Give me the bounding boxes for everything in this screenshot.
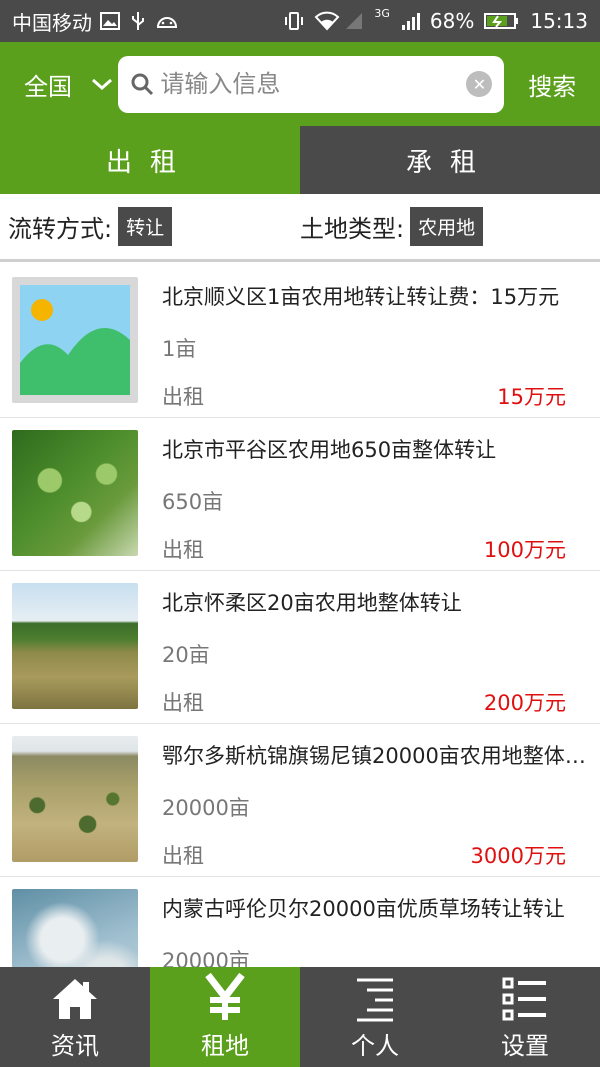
tab-rent-in[interactable]: 承租: [300, 126, 600, 194]
list-item[interactable]: 内蒙古呼伦贝尔20000亩优质草场转让转让 20000亩: [0, 877, 600, 967]
transfer-filter-value[interactable]: 转让: [118, 207, 173, 246]
status-bar: 中国移动 3G 68% 15:13: [0, 0, 600, 42]
list-icon: [502, 977, 546, 1021]
steppe-photo: [12, 736, 138, 862]
clear-icon[interactable]: ✕: [466, 71, 493, 97]
battery-percent: 68%: [429, 9, 475, 33]
listing-price: 15万元: [497, 385, 566, 409]
yen-icon: [205, 972, 245, 1020]
listing-area: 650亩: [162, 490, 224, 514]
listing-area: 20亩: [162, 643, 210, 667]
network-type: 3G: [374, 6, 390, 20]
nav-personal[interactable]: 个人: [300, 967, 450, 1067]
listing-area: 1亩: [162, 337, 197, 361]
listing-price: 3000万元: [470, 844, 566, 868]
battery-charging-icon: [484, 11, 520, 31]
orchard-photo: [12, 430, 138, 556]
listing-title: 内蒙古呼伦贝尔20000亩优质草场转让转让: [162, 897, 565, 921]
bottom-nav: 资讯 租地 个人 设置: [0, 967, 600, 1067]
nav-settings-label: 设置: [501, 1032, 549, 1060]
list-item[interactable]: 北京怀柔区20亩农用地整体转让 20亩 出租 200万元: [0, 571, 600, 724]
listing-tabs: 出租 承租: [0, 126, 600, 194]
list-item[interactable]: 北京顺义区1亩农用地转让转让费：15万元 1亩 出租 15万元: [0, 265, 600, 418]
chevron-down-icon: [92, 78, 112, 91]
search-box: ✕: [118, 55, 505, 113]
usb-icon: [128, 11, 148, 31]
nav-news[interactable]: 资讯: [0, 967, 150, 1067]
vibrate-icon: [284, 11, 304, 31]
region-label: 全国: [24, 72, 72, 101]
tab-rent-out[interactable]: 出租: [0, 126, 300, 194]
search-header: 全国 ✕ 搜索: [0, 42, 600, 126]
listing-area: 20000亩: [162, 949, 250, 967]
nav-rent-land[interactable]: 租地: [150, 967, 300, 1067]
android-icon: [156, 11, 178, 31]
carrier-label: 中国移动: [12, 10, 92, 35]
transfer-filter-label: 流转方式:: [8, 215, 113, 243]
listing-price: 100万元: [483, 538, 566, 562]
nav-rent-land-label: 租地: [201, 1032, 249, 1060]
gallery-icon: [100, 11, 120, 31]
land-type-filter-value[interactable]: 农用地: [410, 207, 484, 246]
listing-area: 20000亩: [162, 796, 250, 820]
home-icon: [53, 979, 97, 1019]
list-item[interactable]: 鄂尔多斯杭锦旗锡尼镇20000亩农用地整体转让 20000亩 出租 3000万元: [0, 724, 600, 877]
listing-title: 北京顺义区1亩农用地转让转让费：15万元: [162, 285, 560, 309]
lines-icon: [357, 978, 393, 1022]
signal-off-icon: [344, 11, 364, 31]
region-selector[interactable]: 全国: [12, 67, 118, 102]
listing-type: 出租: [162, 844, 204, 868]
search-input[interactable]: [160, 70, 461, 98]
listing-title: 北京市平谷区农用地650亩整体转让: [162, 438, 497, 462]
listing-title: 鄂尔多斯杭锦旗锡尼镇20000亩农用地整体转让: [162, 744, 588, 768]
listing-price: 200万元: [483, 691, 566, 715]
grassland-photo: [12, 889, 138, 967]
placeholder-image-icon: [12, 277, 138, 403]
land-type-filter[interactable]: 土地类型: 农用地: [300, 207, 592, 246]
nav-personal-label: 个人: [351, 1032, 399, 1060]
listing-title: 北京怀柔区20亩农用地整体转让: [162, 591, 462, 615]
clock: 15:13: [530, 9, 588, 33]
transfer-filter[interactable]: 流转方式: 转让: [8, 207, 300, 246]
field-photo: [12, 583, 138, 709]
wifi-icon: [314, 11, 340, 31]
listing-type: 出租: [162, 385, 204, 409]
listing-type: 出租: [162, 538, 204, 562]
nav-settings[interactable]: 设置: [450, 967, 600, 1067]
nav-news-label: 资讯: [51, 1032, 99, 1060]
listing-type: 出租: [162, 691, 204, 715]
signal-icon: [400, 11, 420, 31]
filter-bar: 流转方式: 转让 土地类型: 农用地: [0, 194, 600, 262]
search-icon: [131, 73, 154, 96]
land-type-filter-label: 土地类型:: [300, 215, 405, 243]
search-button[interactable]: 搜索: [504, 67, 588, 102]
listing-list: 北京顺义区1亩农用地转让转让费：15万元 1亩 出租 15万元 北京市平谷区农用…: [0, 265, 600, 967]
list-item[interactable]: 北京市平谷区农用地650亩整体转让 650亩 出租 100万元: [0, 418, 600, 571]
